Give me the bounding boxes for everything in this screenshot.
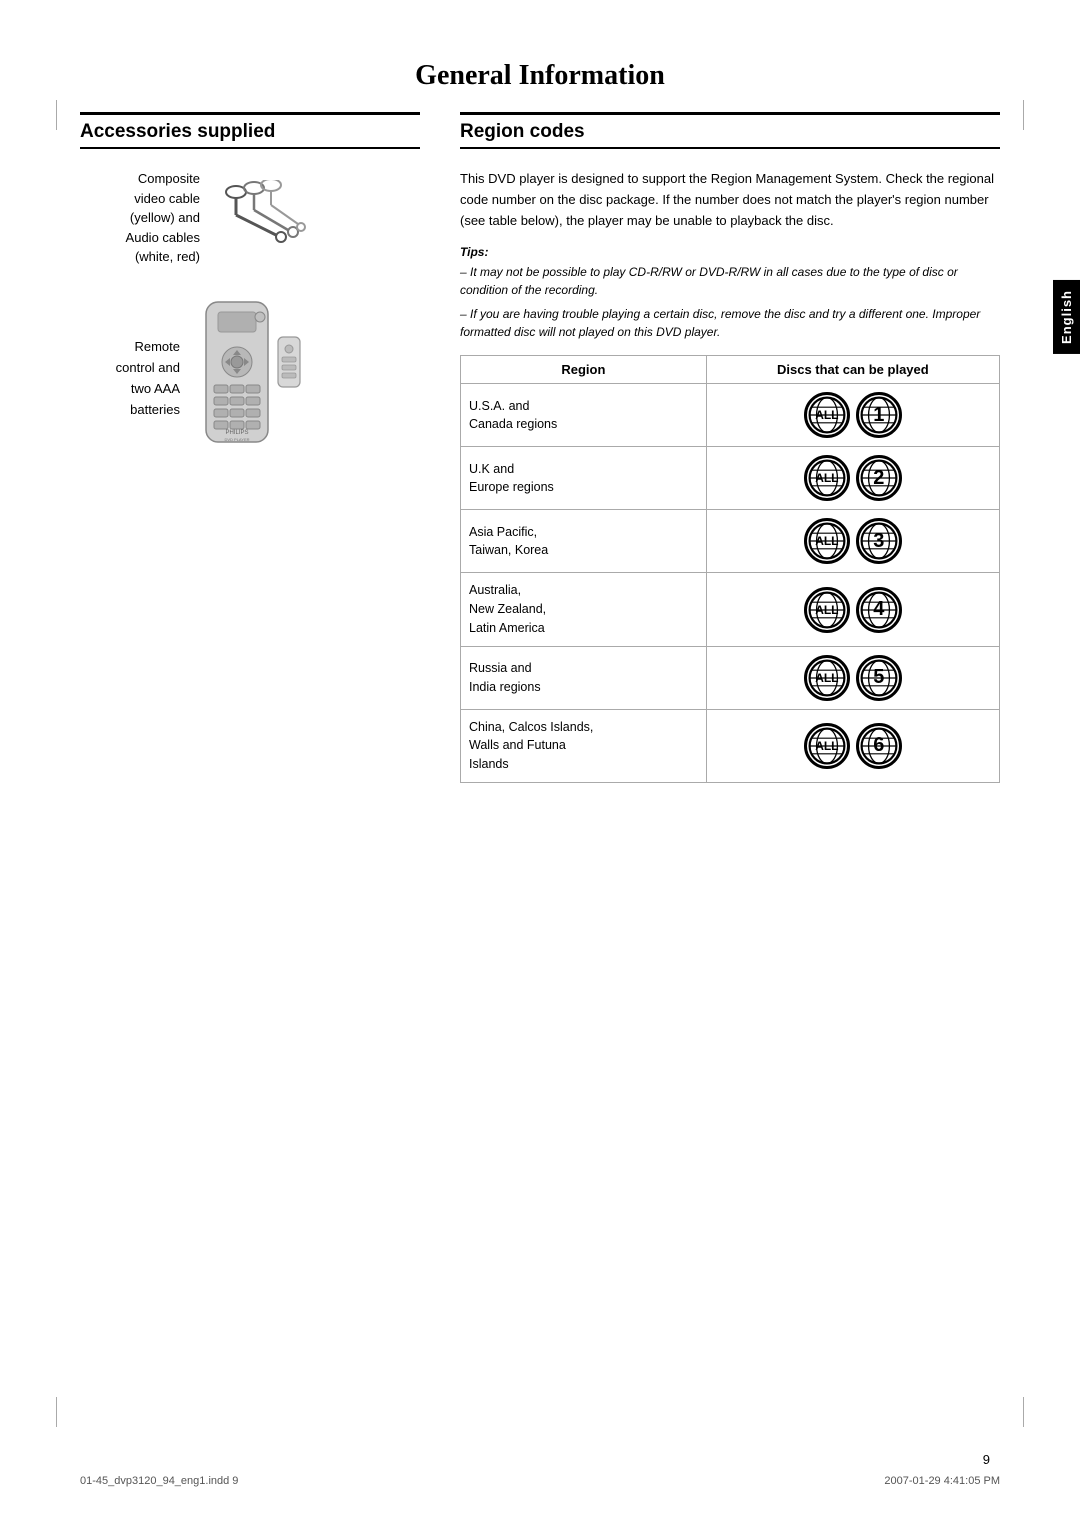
col-region-header: Region xyxy=(461,356,707,384)
region-number-icon: 4 xyxy=(856,587,902,633)
tips-section: Tips: – It may not be possible to play C… xyxy=(460,245,1000,341)
disc-icons: ALL 2 xyxy=(715,455,991,501)
region-cell: China, Calcos Islands,Walls and FutunaIs… xyxy=(461,709,707,782)
region-codes-section: Region codes This DVD player is designed… xyxy=(460,112,1000,783)
region-cell: Asia Pacific,Taiwan, Korea xyxy=(461,510,707,573)
remote-image: PHILIPS DVD PLAYER xyxy=(196,297,306,462)
region-description: This DVD player is designed to support t… xyxy=(460,169,1000,231)
footer: 01-45_dvp3120_94_eng1.indd 9 2007-01-29 … xyxy=(80,1475,1000,1487)
disc-icons: ALL 6 xyxy=(715,723,991,769)
region-cell: Russia andIndia regions xyxy=(461,646,707,709)
globe-all-icon: ALL xyxy=(804,723,850,769)
footer-left: 01-45_dvp3120_94_eng1.indd 9 xyxy=(80,1475,238,1487)
discs-cell: ALL 1 xyxy=(706,384,999,447)
region-number-icon: 3 xyxy=(856,518,902,564)
english-tab: English xyxy=(1053,280,1080,354)
table-row: U.K andEurope regions ALL 2 xyxy=(461,447,1000,510)
cable-svg xyxy=(216,180,306,250)
crop-mark-tl xyxy=(56,100,57,130)
remote-label: Remotecontrol andtwo AAAbatteries xyxy=(80,337,180,420)
disc-icons: ALL 4 xyxy=(715,587,991,633)
region-number-icon: 1 xyxy=(856,392,902,438)
page: English General Information Accessories … xyxy=(0,0,1080,1527)
discs-cell: ALL 3 xyxy=(706,510,999,573)
remote-accessory: Remotecontrol andtwo AAAbatteries xyxy=(80,297,420,462)
discs-cell: ALL 5 xyxy=(706,646,999,709)
globe-all-icon: ALL xyxy=(804,392,850,438)
disc-icons: ALL 3 xyxy=(715,518,991,564)
globe-all-icon: ALL xyxy=(804,655,850,701)
remote-svg: PHILIPS DVD PLAYER xyxy=(196,297,306,457)
main-content: Accessories supplied Compositevideo cabl… xyxy=(80,112,1000,783)
discs-cell: ALL 6 xyxy=(706,709,999,782)
globe-all-icon: ALL xyxy=(804,587,850,633)
region-cell: U.K andEurope regions xyxy=(461,447,707,510)
crop-mark-tr xyxy=(1023,100,1024,130)
cable-label: Compositevideo cable(yellow) andAudio ca… xyxy=(80,169,200,267)
region-number-icon: 5 xyxy=(856,655,902,701)
region-number-icon: 6 xyxy=(856,723,902,769)
table-row: China, Calcos Islands,Walls and FutunaIs… xyxy=(461,709,1000,782)
table-header-row: Region Discs that can be played xyxy=(461,356,1000,384)
disc-icons: ALL 1 xyxy=(715,392,991,438)
region-codes-heading: Region codes xyxy=(460,112,1000,149)
region-table: Region Discs that can be played U.S.A. a… xyxy=(460,355,1000,783)
region-cell: U.S.A. andCanada regions xyxy=(461,384,707,447)
svg-text:PHILIPS: PHILIPS xyxy=(225,430,248,436)
region-number-icon: 2 xyxy=(856,455,902,501)
table-row: Australia,New Zealand,Latin America ALL … xyxy=(461,573,1000,646)
col-discs-header: Discs that can be played xyxy=(706,356,999,384)
page-title: General Information xyxy=(80,60,1000,92)
tip2: – If you are having trouble playing a ce… xyxy=(460,305,1000,341)
crop-mark-bl xyxy=(56,1397,57,1427)
svg-text:DVD PLAYER: DVD PLAYER xyxy=(224,437,249,442)
tip1: – It may not be possible to play CD-R/RW… xyxy=(460,263,1000,299)
region-cell: Australia,New Zealand,Latin America xyxy=(461,573,707,646)
table-row: Asia Pacific,Taiwan, Korea ALL 3 xyxy=(461,510,1000,573)
page-number: 9 xyxy=(983,1452,990,1467)
footer-right: 2007-01-29 4:41:05 PM xyxy=(884,1475,1000,1487)
cable-image xyxy=(216,180,306,255)
accessories-section: Accessories supplied Compositevideo cabl… xyxy=(80,112,420,783)
table-row: U.S.A. andCanada regions ALL 1 xyxy=(461,384,1000,447)
globe-all-icon: ALL xyxy=(804,518,850,564)
globe-all-icon: ALL xyxy=(804,455,850,501)
cable-accessory: Compositevideo cable(yellow) andAudio ca… xyxy=(80,169,420,267)
disc-icons: ALL 5 xyxy=(715,655,991,701)
discs-cell: ALL 2 xyxy=(706,447,999,510)
table-row: Russia andIndia regions ALL 5 xyxy=(461,646,1000,709)
accessories-heading: Accessories supplied xyxy=(80,112,420,149)
crop-mark-br xyxy=(1023,1397,1024,1427)
tips-label: Tips: xyxy=(460,245,1000,259)
discs-cell: ALL 4 xyxy=(706,573,999,646)
